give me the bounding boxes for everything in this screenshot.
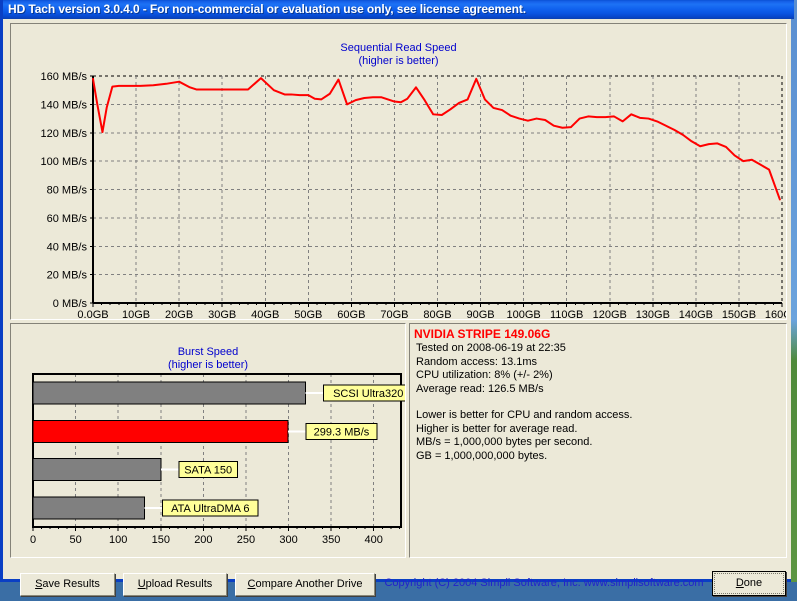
drive-name: NVIDIA STRIPE 149.06G	[414, 327, 551, 341]
desktop-background: HD Tach version 3.0.4.0 - For non-commer…	[0, 0, 797, 596]
seq-x-tick-label: 90GB	[466, 309, 494, 319]
burst-x-tick-label: 250	[237, 534, 255, 546]
seq-x-tick-label: 40GB	[251, 309, 279, 319]
window-titlebar: HD Tach version 3.0.4.0 - For non-commer…	[3, 0, 794, 19]
sequential-read-subtitle: (higher is better)	[358, 55, 439, 67]
compare-another-drive-label: Compare Another Drive	[247, 578, 363, 590]
save-results-mnemonic: S	[35, 578, 43, 590]
seq-x-tick-label: 80GB	[423, 309, 451, 319]
burst-speed-callout-label: ATA UltraDMA 6	[171, 503, 249, 515]
sequential-read-chart-panel: Sequential Read Speed (higher is better)…	[10, 23, 787, 320]
seq-y-tick-label: 60 MB/s	[47, 213, 88, 225]
seq-y-tick-label: 100 MB/s	[41, 156, 88, 168]
done-button[interactable]: Done	[712, 571, 786, 596]
burst-speed-title: Burst Speed	[177, 346, 239, 358]
drive-cpu-utilization: CPU utilization: 8% (+/- 2%)	[416, 369, 553, 381]
burst-x-tick-label: 350	[322, 534, 340, 546]
sequential-read-plot: 0 MB/s20 MB/s40 MB/s60 MB/s80 MB/s100 MB…	[41, 71, 786, 319]
seq-y-tick-label: 20 MB/s	[47, 270, 88, 282]
upload-results-button[interactable]: Upload Results	[123, 573, 227, 596]
drive-random-access: Random access: 13.1ms	[416, 355, 538, 368]
upload-results-label: Upload Results	[137, 578, 213, 590]
burst-speed-callout-label: 299.3 MB/s	[314, 426, 370, 438]
drive-note-lower-better: Lower is better for CPU and random acces…	[416, 409, 633, 421]
burst-speed-bar	[32, 496, 146, 520]
upload-results-mnemonic: U	[137, 578, 146, 590]
seq-x-tick-label: 30GB	[208, 309, 236, 319]
burst-x-tick-label: 150	[152, 534, 170, 546]
sequential-read-curve	[92, 77, 781, 201]
window-title: HD Tach version 3.0.4.0 - For non-commer…	[8, 2, 526, 16]
seq-x-tick-label: 120GB	[593, 309, 627, 319]
seq-y-tick-label: 40 MB/s	[47, 241, 88, 253]
drive-note-gb-definition: GB = 1,000,000,000 bytes.	[416, 449, 548, 462]
compare-another-drive-button[interactable]: Compare Another Drive	[235, 573, 375, 596]
seq-x-tick-label: 160GB	[765, 309, 786, 319]
seq-y-tick-label: 140 MB/s	[41, 99, 88, 111]
burst-speed-bar	[32, 458, 162, 482]
burst-x-tick-label: 50	[69, 534, 81, 546]
burst-speed-callout-label: SATA 150	[184, 465, 232, 477]
burst-x-tick-label: 300	[279, 534, 297, 546]
bottom-button-bar: Save Results Upload Results Compare Anot…	[6, 561, 791, 601]
drive-info-panel: NVIDIA STRIPE 149.06G Tested on 2008-06-…	[409, 323, 787, 558]
seq-y-tick-label: 120 MB/s	[41, 128, 88, 140]
burst-speed-callout-label: SCSI Ultra320	[333, 388, 403, 400]
seq-x-tick-label: 60GB	[337, 309, 365, 319]
seq-x-tick-label: 50GB	[294, 309, 322, 319]
seq-x-tick-label: 110GB	[550, 309, 583, 319]
seq-x-tick-label: 70GB	[380, 309, 408, 319]
seq-x-tick-label: 20GB	[165, 309, 193, 319]
drive-average-read: Average read: 126.5 MB/s	[416, 382, 544, 395]
burst-speed-bar	[32, 419, 289, 443]
drive-note-mbs-definition: MB/s = 1,000,000 bytes per second.	[416, 436, 593, 448]
drive-tested-on: Tested on 2008-06-19 at 22:35	[416, 342, 566, 354]
seq-x-tick-label: 130GB	[636, 309, 670, 319]
copyright-text: Copyright (C) 2004 Simpli Software, Inc.…	[384, 577, 704, 589]
seq-x-tick-label: 140GB	[679, 309, 713, 319]
save-results-label: Save Results	[35, 578, 100, 590]
window-client-area: Sequential Read Speed (higher is better)…	[6, 19, 791, 596]
burst-x-tick-label: 200	[194, 534, 212, 546]
seq-x-tick-label: 10GB	[122, 309, 150, 319]
done-mnemonic: D	[735, 577, 744, 589]
seq-y-tick-label: 160 MB/s	[41, 71, 88, 83]
drive-note-higher-better: Higher is better for average read.	[416, 422, 578, 435]
hd-tach-window: HD Tach version 3.0.4.0 - For non-commer…	[0, 0, 794, 596]
done-label: Done	[714, 573, 784, 594]
burst-x-tick-label: 100	[109, 534, 127, 546]
save-results-button[interactable]: Save Results	[20, 573, 115, 596]
sequential-read-title: Sequential Read Speed	[340, 42, 457, 54]
burst-speed-subtitle: (higher is better)	[167, 359, 249, 371]
seq-x-tick-label: 100GB	[507, 309, 541, 319]
burst-x-tick-label: 400	[365, 534, 383, 546]
sequential-read-title-block: Sequential Read Speed (higher is better)	[11, 42, 786, 68]
seq-x-tick-label: 0.0GB	[77, 309, 108, 319]
burst-speed-title-block: Burst Speed (higher is better)	[11, 346, 405, 372]
burst-speed-bar	[32, 381, 307, 405]
burst-x-tick-label: 0	[30, 534, 36, 546]
seq-x-tick-label: 150GB	[722, 309, 756, 319]
compare-mnemonic: C	[247, 578, 256, 590]
seq-y-tick-label: 80 MB/s	[47, 185, 88, 197]
burst-speed-chart-panel: Burst Speed (higher is better) 0 50 100 150…	[10, 323, 406, 558]
